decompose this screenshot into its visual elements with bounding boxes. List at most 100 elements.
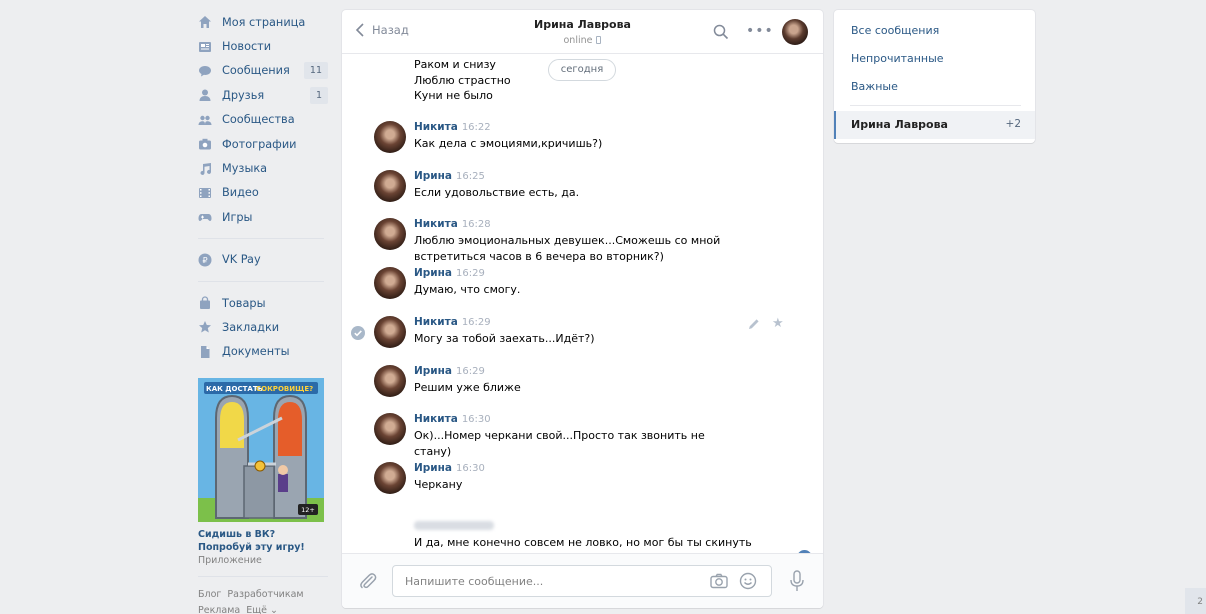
message-text: Если удовольствие есть, да. xyxy=(414,185,580,199)
message-avatar[interactable] xyxy=(374,315,406,348)
nav-item-video[interactable]: Видео xyxy=(198,181,328,205)
message-author[interactable]: Ирина 16:30 xyxy=(414,462,485,474)
bag-icon xyxy=(198,296,212,310)
friends-icon xyxy=(198,88,212,102)
select-check-icon[interactable] xyxy=(351,325,365,340)
messages-icon xyxy=(198,64,212,78)
active-conversation[interactable]: Ирина Лаврова +2 xyxy=(834,111,1035,139)
nav-item-music[interactable]: Музыка xyxy=(198,156,328,180)
message-text: Черкану xyxy=(414,477,463,491)
message-avatar[interactable] xyxy=(374,267,406,300)
nav-item-home[interactable]: Моя страница xyxy=(198,10,328,34)
message-time[interactable]: 16:25 xyxy=(456,171,485,182)
message-avatar[interactable] xyxy=(374,218,406,251)
chat-panel: Назад Ирина Лаврова online ••• Раком и с… xyxy=(342,10,823,608)
nav-item-camera[interactable]: Фотографии xyxy=(198,132,328,156)
search-icon[interactable] xyxy=(713,24,729,40)
footer-link-developers[interactable]: Разработчикам xyxy=(227,589,303,600)
message-time[interactable]: 16:29 xyxy=(456,268,485,279)
ad-age-rating: 12+ xyxy=(301,506,315,514)
nav-item-document[interactable]: Документы xyxy=(198,340,328,364)
message-text: Как дела с эмоциями,кричишь?) xyxy=(414,137,603,150)
date-separator: сегодня xyxy=(548,59,616,81)
conversation-name: Ирина Лаврова xyxy=(851,118,948,131)
message-author[interactable]: Никита 16:28 xyxy=(414,218,491,230)
conversation-unread-count: +2 xyxy=(1005,118,1021,130)
filter-divider xyxy=(850,105,1021,106)
paperclip-icon[interactable] xyxy=(358,571,378,591)
message-author[interactable]: Никита 16:22 xyxy=(414,121,491,133)
edit-pencil-icon[interactable] xyxy=(748,318,760,330)
more-icon[interactable]: ••• xyxy=(746,24,774,38)
message-row[interactable]: Никита 16:29 Могу за тобой заехать...Идёт?… xyxy=(342,314,823,362)
message-time[interactable]: 16:30 xyxy=(462,414,491,425)
nav-item-messages[interactable]: Сообщения 11 xyxy=(198,59,328,83)
nav-item-vkpay[interactable]: ₽ VK Pay xyxy=(198,248,328,272)
nav-label: Сообщения xyxy=(222,64,290,78)
message-author[interactable]: Никита 16:29 xyxy=(414,316,491,328)
message-author[interactable]: Ирина 16:29 xyxy=(414,267,485,279)
message-avatar[interactable] xyxy=(374,413,406,446)
ad-block[interactable]: КАК ДОСТАТЬ СОКРОВИЩЕ? 12+ Сидишь в ВК? … xyxy=(198,378,324,566)
message-avatar[interactable] xyxy=(374,169,406,202)
nav-item-news[interactable]: Новости xyxy=(198,34,328,58)
nav-label: Товары xyxy=(222,296,266,310)
message-time[interactable]: 16:29 xyxy=(456,366,485,377)
ad-image[interactable]: КАК ДОСТАТЬ СОКРОВИЩЕ? 12+ xyxy=(198,378,324,523)
filter-important[interactable]: Важные xyxy=(851,80,898,93)
nav-label: Музыка xyxy=(222,162,268,176)
nav-item-groups[interactable]: Сообщества xyxy=(198,108,328,132)
peer-avatar[interactable] xyxy=(782,19,808,45)
message-row[interactable]: Ирина 16:30 Черкану xyxy=(342,460,823,508)
message-time[interactable]: 16:22 xyxy=(462,122,491,133)
previous-message-lines: Раком и снизу Люблю страстно Куни не был… xyxy=(414,57,511,104)
conversation-filters: Все сообщения Непрочитанные Важные Ирина… xyxy=(834,10,1035,143)
nav-item-star[interactable]: Закладки xyxy=(198,315,328,339)
filter-all-messages[interactable]: Все сообщения xyxy=(851,24,939,37)
message-author[interactable]: Ирина 16:29 xyxy=(414,365,485,377)
message-row[interactable]: Никита 16:28 Люблю эмоциональных девушек..… xyxy=(342,216,823,264)
nav-item-gamepad[interactable]: Игры xyxy=(198,205,328,229)
previous-line: Люблю страстно xyxy=(414,73,511,87)
message-row[interactable]: Ирина 16:29 Решим уже ближе xyxy=(342,363,823,411)
footer-link-more[interactable]: Ещё ⌄ xyxy=(246,605,278,614)
message-history[interactable]: Раком и снизу Люблю страстно Куни не был… xyxy=(342,55,823,553)
svg-text:₽: ₽ xyxy=(202,256,207,265)
message-author-name: Никита xyxy=(414,121,458,133)
footer-link-ads[interactable]: Реклама xyxy=(198,605,240,614)
nav-divider xyxy=(198,280,324,282)
footer-link-blog[interactable]: Блог xyxy=(198,589,221,600)
nav-label: Игры xyxy=(222,210,253,224)
message-author-name: Ирина xyxy=(414,169,453,182)
ad-title[interactable]: Сидишь в ВК? Попробуй эту игру! xyxy=(198,528,324,554)
message-row[interactable]: Ирина 16:29 Думаю, что смогу. xyxy=(342,265,823,313)
nav-label: Моя страница xyxy=(222,15,306,29)
message-time[interactable]: 16:28 xyxy=(462,219,491,230)
nav-item-friends[interactable]: Друзья 1 xyxy=(198,83,328,107)
star-icon xyxy=(198,320,212,334)
message-time[interactable]: 16:30 xyxy=(456,463,485,474)
filter-unread[interactable]: Непрочитанные xyxy=(851,52,944,65)
message-row[interactable]: Никита 16:30 Ок)...Номер черкани свой...Пр… xyxy=(342,411,823,459)
music-icon xyxy=(198,162,212,176)
message-row[interactable]: Ирина 16:25 Если удовольствие есть, да. xyxy=(342,168,823,216)
nav-count-badge: 1 xyxy=(309,86,328,104)
smile-icon[interactable] xyxy=(739,572,757,590)
gamepad-icon xyxy=(198,210,212,224)
nav-label: Друзья xyxy=(222,88,265,102)
message-author[interactable]: Ирина 16:25 xyxy=(414,170,485,182)
ad-banner-text-2: СОКРОВИЩЕ? xyxy=(256,385,313,393)
message-avatar[interactable] xyxy=(374,461,406,494)
left-navigation: Моя страница Новости Сообщения 11 Друзья 1 Соо… xyxy=(198,10,328,614)
message-author[interactable]: Никита 16:30 xyxy=(414,413,491,425)
message-author-name: Ирина xyxy=(414,364,453,377)
microphone-icon[interactable] xyxy=(789,570,805,592)
message-avatar[interactable] xyxy=(374,364,406,397)
mark-important-star-icon[interactable]: ★ xyxy=(772,316,784,331)
message-avatar[interactable] xyxy=(374,121,406,153)
message-time[interactable]: 16:29 xyxy=(462,317,491,328)
ad-banner-text-1: КАК ДОСТАТЬ xyxy=(206,385,263,393)
nav-item-bag[interactable]: Товары xyxy=(198,291,328,315)
camera-icon[interactable] xyxy=(710,573,728,589)
message-row[interactable]: Никита 16:22 Как дела с эмоциями,кричишь?) xyxy=(342,119,823,167)
